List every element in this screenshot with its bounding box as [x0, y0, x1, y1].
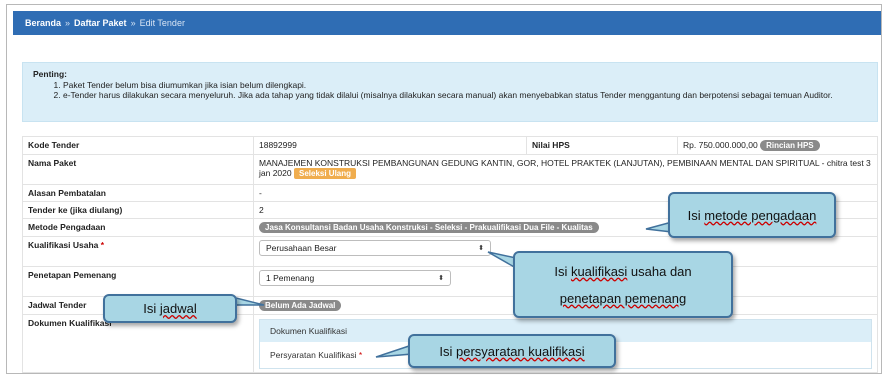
callout-pointer-persyaratan	[375, 343, 413, 358]
callout-metode-underlined: metode pengadaan	[704, 207, 817, 223]
callout-jadwal-prefix: Isi	[143, 301, 160, 316]
callout-jadwal: Isi jadwal	[103, 294, 237, 323]
callout-pointer-kualifikasi	[487, 251, 517, 270]
callout-jadwal-underlined: jadwal	[159, 301, 197, 316]
callout-kualifikasi-prefix: Isi	[554, 263, 571, 279]
callout-kualifikasi-underlined: kualifikasi	[570, 263, 628, 279]
callout-metode-prefix: Isi	[687, 207, 705, 223]
callout-kualifikasi: Isi kualifikasi usaha dan penetapan peme…	[513, 251, 733, 318]
callout-persyaratan: Isi persyaratan kualifikasi	[408, 334, 616, 368]
callout-metode: Isi metode pengadaan	[668, 192, 836, 238]
callout-kualifikasi-middle: usaha dan	[627, 263, 692, 279]
callout-persyaratan-underlined: persyaratan kualifikasi	[456, 343, 585, 359]
callout-kualifikasi-line2: penetapan pemenang	[559, 290, 687, 306]
callout-kualifikasi-line1: Isi kualifikasi usaha dan	[554, 258, 691, 285]
callout-persyaratan-prefix: Isi	[439, 343, 456, 359]
